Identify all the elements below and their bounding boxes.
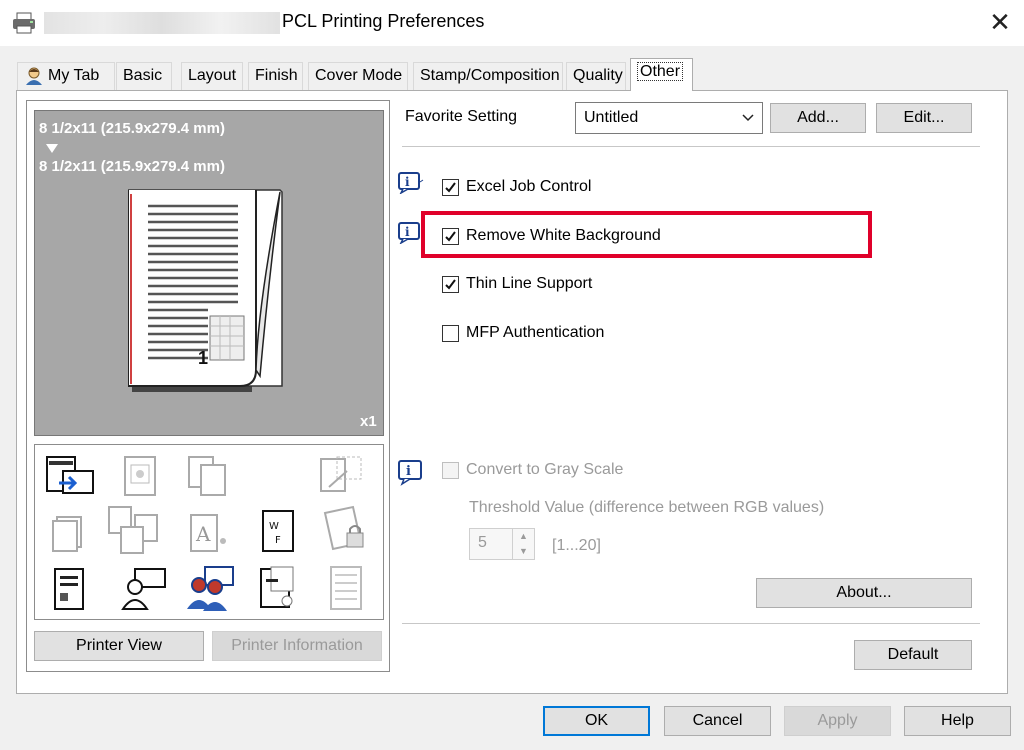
svg-text:A: A xyxy=(195,522,211,546)
secure-print-icon[interactable] xyxy=(317,505,367,551)
cancel-button[interactable]: Cancel xyxy=(664,706,771,736)
help-button[interactable]: Help xyxy=(904,706,1011,736)
chevron-down-icon[interactable]: ▼ xyxy=(513,544,534,559)
printer-name-redacted xyxy=(44,12,280,34)
svg-text:i: i xyxy=(405,225,410,239)
tab-label: Cover Mode xyxy=(315,67,403,84)
function-icon-grid: A WF xyxy=(34,444,384,620)
tab-basic[interactable]: Basic xyxy=(116,62,172,90)
tab-label: My Tab xyxy=(48,67,100,84)
multi-page-icon[interactable] xyxy=(107,505,158,554)
threshold-value: 5 xyxy=(478,534,487,551)
document-settings-icon[interactable] xyxy=(257,565,307,611)
edit-button[interactable]: Edit... xyxy=(876,103,972,133)
chevron-down-icon xyxy=(742,103,754,144)
tab-label: Stamp/Composition xyxy=(420,67,560,84)
thin-line-support-label: Thin Line Support xyxy=(466,275,593,292)
tab-cover-mode[interactable]: Cover Mode xyxy=(308,62,408,90)
apply-button[interactable]: Apply xyxy=(784,706,891,736)
svg-text:i: i xyxy=(405,175,410,189)
tab-quality[interactable]: Quality xyxy=(566,62,626,90)
document-wf-icon[interactable]: WF xyxy=(257,509,307,555)
info-icon[interactable]: i xyxy=(398,460,424,486)
convert-gray-scale-label: Convert to Gray Scale xyxy=(466,461,624,478)
document-icon[interactable] xyxy=(49,567,99,613)
favorite-setting-value: Untitled xyxy=(584,109,639,126)
page-number: 1 xyxy=(198,348,209,368)
tab-my-tab[interactable]: My Tab xyxy=(17,62,115,90)
svg-text:F: F xyxy=(275,535,281,546)
favorite-setting-select[interactable]: Untitled xyxy=(575,102,763,134)
about-button[interactable]: About... xyxy=(756,578,972,608)
printer-information-button[interactable]: Printer Information xyxy=(212,631,382,661)
chevron-up-icon[interactable]: ▲ xyxy=(513,529,534,544)
threshold-range: [1...20] xyxy=(552,537,601,554)
arrow-down-icon xyxy=(46,144,58,153)
stack-pages-icon[interactable] xyxy=(47,511,97,557)
stepper-buttons: ▲ ▼ xyxy=(512,529,534,559)
mfp-authentication-checkbox[interactable] xyxy=(442,325,459,342)
divider xyxy=(402,146,980,147)
favorite-setting-label: Favorite Setting xyxy=(405,108,518,125)
original-paper-size: 8 1/2x11 (215.9x279.4 mm) xyxy=(39,120,225,137)
tab-label: Other xyxy=(637,62,684,81)
stapled-pages-icon[interactable] xyxy=(323,565,373,611)
tab-label: Layout xyxy=(188,67,237,84)
tab-label: Finish xyxy=(255,67,298,84)
threshold-stepper[interactable]: 5 ▲ ▼ xyxy=(469,528,535,560)
tab-finish[interactable]: Finish xyxy=(248,62,303,90)
ok-button[interactable]: OK xyxy=(543,706,650,736)
user-group-icon[interactable] xyxy=(185,565,235,611)
default-button[interactable]: Default xyxy=(854,640,972,670)
svg-text:i: i xyxy=(406,464,411,479)
overlay-icon[interactable] xyxy=(317,453,367,499)
tab-label: Quality xyxy=(573,67,623,84)
svg-text:W: W xyxy=(269,521,279,532)
printer-transfer-icon[interactable] xyxy=(45,453,95,499)
thin-line-support-checkbox[interactable] xyxy=(442,276,459,293)
poster-icon[interactable] xyxy=(117,453,167,499)
info-icon[interactable]: i xyxy=(398,172,424,195)
copy-pages-icon[interactable] xyxy=(185,453,235,499)
output-paper-size: 8 1/2x11 (215.9x279.4 mm) xyxy=(39,158,225,175)
user-terminal-icon[interactable] xyxy=(119,567,169,613)
mfp-authentication-label: MFP Authentication xyxy=(466,324,605,341)
tab-layout[interactable]: Layout xyxy=(181,62,243,90)
tab-label: Basic xyxy=(123,67,163,84)
printer-view-button[interactable]: Printer View xyxy=(34,631,204,661)
convert-gray-scale-checkbox[interactable] xyxy=(442,462,459,479)
printer-icon xyxy=(12,12,36,34)
divider xyxy=(402,623,980,624)
threshold-label: Threshold Value (difference between RGB … xyxy=(469,499,825,516)
excel-job-control-checkbox[interactable] xyxy=(442,179,459,196)
tab-stamp-composition[interactable]: Stamp/Composition xyxy=(413,62,563,90)
tab-other[interactable]: Other xyxy=(630,58,693,91)
font-icon[interactable]: A xyxy=(185,511,235,557)
excel-job-control-label: Excel Job Control xyxy=(466,178,592,195)
add-button[interactable]: Add... xyxy=(770,103,866,133)
close-icon[interactable]: ✕ xyxy=(986,8,1014,36)
window-title: PCL Printing Preferences xyxy=(282,11,485,31)
highlight-box xyxy=(421,211,872,258)
copies-indicator: x1 xyxy=(360,413,377,430)
